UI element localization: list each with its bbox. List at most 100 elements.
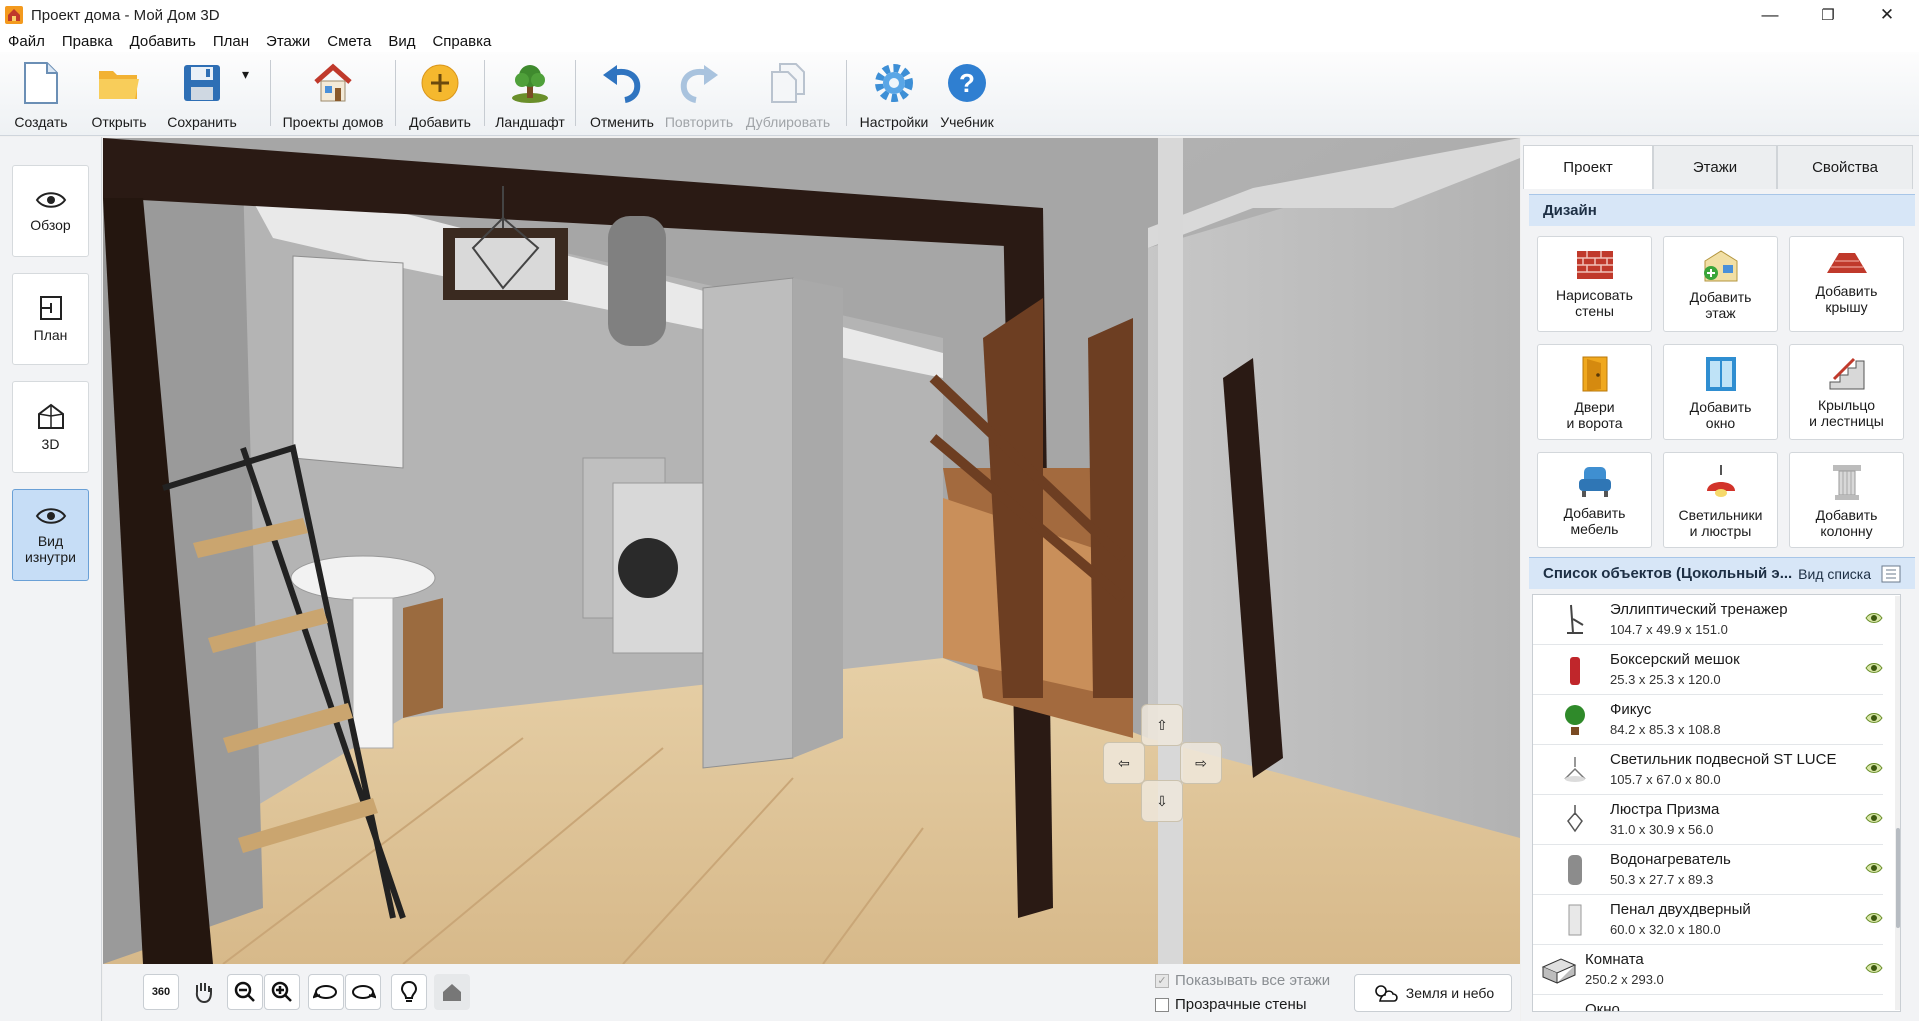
- home-view-button[interactable]: [434, 974, 470, 1010]
- rotate-360-icon: 360: [151, 986, 171, 998]
- nav-right-button[interactable]: ⇨: [1180, 742, 1222, 784]
- visibility-eye-icon[interactable]: [1865, 761, 1883, 775]
- menu-bar: Файл Правка Добавить План Этажи Смета Ви…: [0, 30, 1919, 52]
- menu-estimate[interactable]: Смета: [327, 33, 371, 50]
- rotate-left-button[interactable]: [308, 974, 344, 1010]
- lighting-button[interactable]: [391, 974, 427, 1010]
- draw-walls-button[interactable]: Нарисовать стены: [1537, 236, 1652, 332]
- column-icon: [1832, 465, 1861, 500]
- zoom-out-button[interactable]: [227, 974, 263, 1010]
- toolbar-separator: [846, 60, 847, 126]
- tab-floors[interactable]: Этажи: [1653, 145, 1777, 189]
- list-item[interactable]: Фикус 84.2 x 85.3 x 108.8: [1533, 695, 1883, 745]
- stairs-icon: [1829, 357, 1864, 390]
- minimize-button[interactable]: —: [1742, 0, 1798, 30]
- add-column-button[interactable]: Добавить колонну: [1789, 452, 1904, 548]
- projects-button[interactable]: Проекты домов: [281, 52, 385, 136]
- objects-scrollbar[interactable]: [1895, 596, 1900, 1010]
- list-item[interactable]: Светильник подвесной ST LUCE 105.7 x 67.…: [1533, 745, 1883, 795]
- list-item[interactable]: Боксерский мешок 25.3 x 25.3 x 120.0: [1533, 645, 1883, 695]
- create-button[interactable]: Создать: [6, 52, 76, 136]
- show-all-floors-checkbox[interactable]: ✓ Показывать все этажи: [1155, 972, 1330, 989]
- hand-icon: [195, 983, 212, 1004]
- open-button[interactable]: Открыть: [76, 52, 162, 136]
- house-icon: [314, 63, 352, 102]
- visibility-eye-icon[interactable]: [1865, 711, 1883, 725]
- main-toolbar: Создать Открыть Сохранить ▾ Проекты домо…: [0, 52, 1919, 136]
- close-button[interactable]: ✕: [1859, 0, 1915, 30]
- menu-floors[interactable]: Этажи: [266, 33, 310, 50]
- plus-circle-icon: [421, 64, 459, 102]
- nav-down-button[interactable]: ⇩: [1141, 780, 1183, 822]
- redo-button[interactable]: Повторить: [658, 52, 740, 136]
- undo-arrow-icon: [603, 65, 641, 103]
- list-item[interactable]: Окно: [1533, 995, 1883, 1011]
- nav-up-button[interactable]: ⇧: [1141, 704, 1183, 746]
- add-button[interactable]: Добавить: [406, 52, 474, 136]
- plan-view-button[interactable]: План: [12, 273, 89, 365]
- visibility-eye-icon[interactable]: [1865, 961, 1883, 975]
- landscape-button[interactable]: Ландшафт: [495, 52, 565, 136]
- nav-left-button[interactable]: ⇦: [1103, 742, 1145, 784]
- list-item[interactable]: Водонагреватель 50.3 x 27.7 x 89.3: [1533, 845, 1883, 895]
- add-floor-icon: [1703, 250, 1737, 282]
- rotate-right-button[interactable]: [345, 974, 381, 1010]
- visibility-eye-icon[interactable]: [1865, 861, 1883, 875]
- visibility-eye-icon[interactable]: [1865, 811, 1883, 825]
- toolbar-separator: [575, 60, 576, 126]
- save-button[interactable]: Сохранить: [162, 52, 242, 136]
- app-logo-icon: [5, 6, 23, 24]
- zoom-in-icon: [271, 981, 292, 1002]
- undo-button[interactable]: Отменить: [586, 52, 658, 136]
- transparent-walls-checkbox[interactable]: Прозрачные стены: [1155, 996, 1307, 1013]
- earth-sky-button[interactable]: Земля и небо: [1354, 974, 1512, 1012]
- list-view-toggle[interactable]: Вид списка: [1798, 565, 1901, 583]
- pan-hand-button[interactable]: [185, 974, 221, 1010]
- doors-gates-button[interactable]: Двери и ворота: [1537, 344, 1652, 440]
- porch-stairs-button[interactable]: Крыльцо и лестницы: [1789, 344, 1904, 440]
- settings-button[interactable]: Настройки: [857, 52, 931, 136]
- menu-edit[interactable]: Правка: [62, 33, 113, 50]
- list-item[interactable]: Люстра Призма 31.0 x 30.9 x 56.0: [1533, 795, 1883, 845]
- add-furniture-button[interactable]: Добавить мебель: [1537, 452, 1652, 548]
- visibility-eye-icon[interactable]: [1865, 661, 1883, 675]
- add-floor-button[interactable]: Добавить этаж: [1663, 236, 1778, 332]
- duplicate-button[interactable]: Дублировать: [740, 52, 836, 136]
- objects-scrollbar-thumb[interactable]: [1896, 828, 1900, 928]
- tab-project[interactable]: Проект: [1523, 145, 1653, 189]
- eye-icon: [35, 192, 66, 208]
- tab-properties[interactable]: Свойства: [1777, 145, 1913, 189]
- toolbar-separator: [270, 60, 271, 126]
- checkbox-unchecked-icon: [1155, 997, 1169, 1012]
- brick-wall-icon: [1576, 251, 1613, 279]
- lamps-button[interactable]: Светильники и люстры: [1663, 452, 1778, 548]
- visibility-eye-icon[interactable]: [1865, 611, 1883, 625]
- visibility-eye-icon[interactable]: [1865, 911, 1883, 925]
- new-document-icon: [24, 62, 58, 104]
- inside-view-button[interactable]: Вид изнутри: [12, 489, 89, 581]
- 3d-view-button[interactable]: 3D: [12, 381, 89, 473]
- menu-help[interactable]: Справка: [432, 33, 491, 50]
- menu-add[interactable]: Добавить: [130, 33, 196, 50]
- toolbar-separator: [484, 60, 485, 126]
- window-title: Проект дома - Мой Дом 3D: [31, 6, 220, 24]
- maximize-button[interactable]: ❐: [1800, 0, 1856, 30]
- list-item[interactable]: Эллиптический тренажер 104.7 x 49.9 x 15…: [1533, 595, 1883, 645]
- add-roof-button[interactable]: Добавить крышу: [1789, 236, 1904, 332]
- 3d-viewport[interactable]: ⇧ ⇦ ⇨ ⇩: [103, 138, 1520, 964]
- list-item[interactable]: Пенал двухдверный 60.0 x 32.0 x 180.0: [1533, 895, 1883, 945]
- list-item[interactable]: Комната 250.2 x 293.0: [1533, 945, 1883, 995]
- rotate-360-button[interactable]: 360: [143, 974, 179, 1010]
- objects-list: Эллиптический тренажер 104.7 x 49.9 x 15…: [1532, 594, 1901, 1012]
- zoom-in-button[interactable]: [264, 974, 300, 1010]
- menu-plan[interactable]: План: [213, 33, 249, 50]
- menu-file[interactable]: Файл: [8, 33, 45, 50]
- save-dropdown[interactable]: ▾: [242, 52, 260, 136]
- pendant-lamp-icon: [1564, 757, 1586, 782]
- tutorial-button[interactable]: ? Учебник: [931, 52, 1003, 136]
- overview-view-button[interactable]: Обзор: [12, 165, 89, 257]
- add-window-button[interactable]: Добавить окно: [1663, 344, 1778, 440]
- list-view-icon: [1881, 565, 1901, 582]
- menu-view[interactable]: Вид: [388, 33, 415, 50]
- cloud-sun-icon: [1374, 985, 1398, 1002]
